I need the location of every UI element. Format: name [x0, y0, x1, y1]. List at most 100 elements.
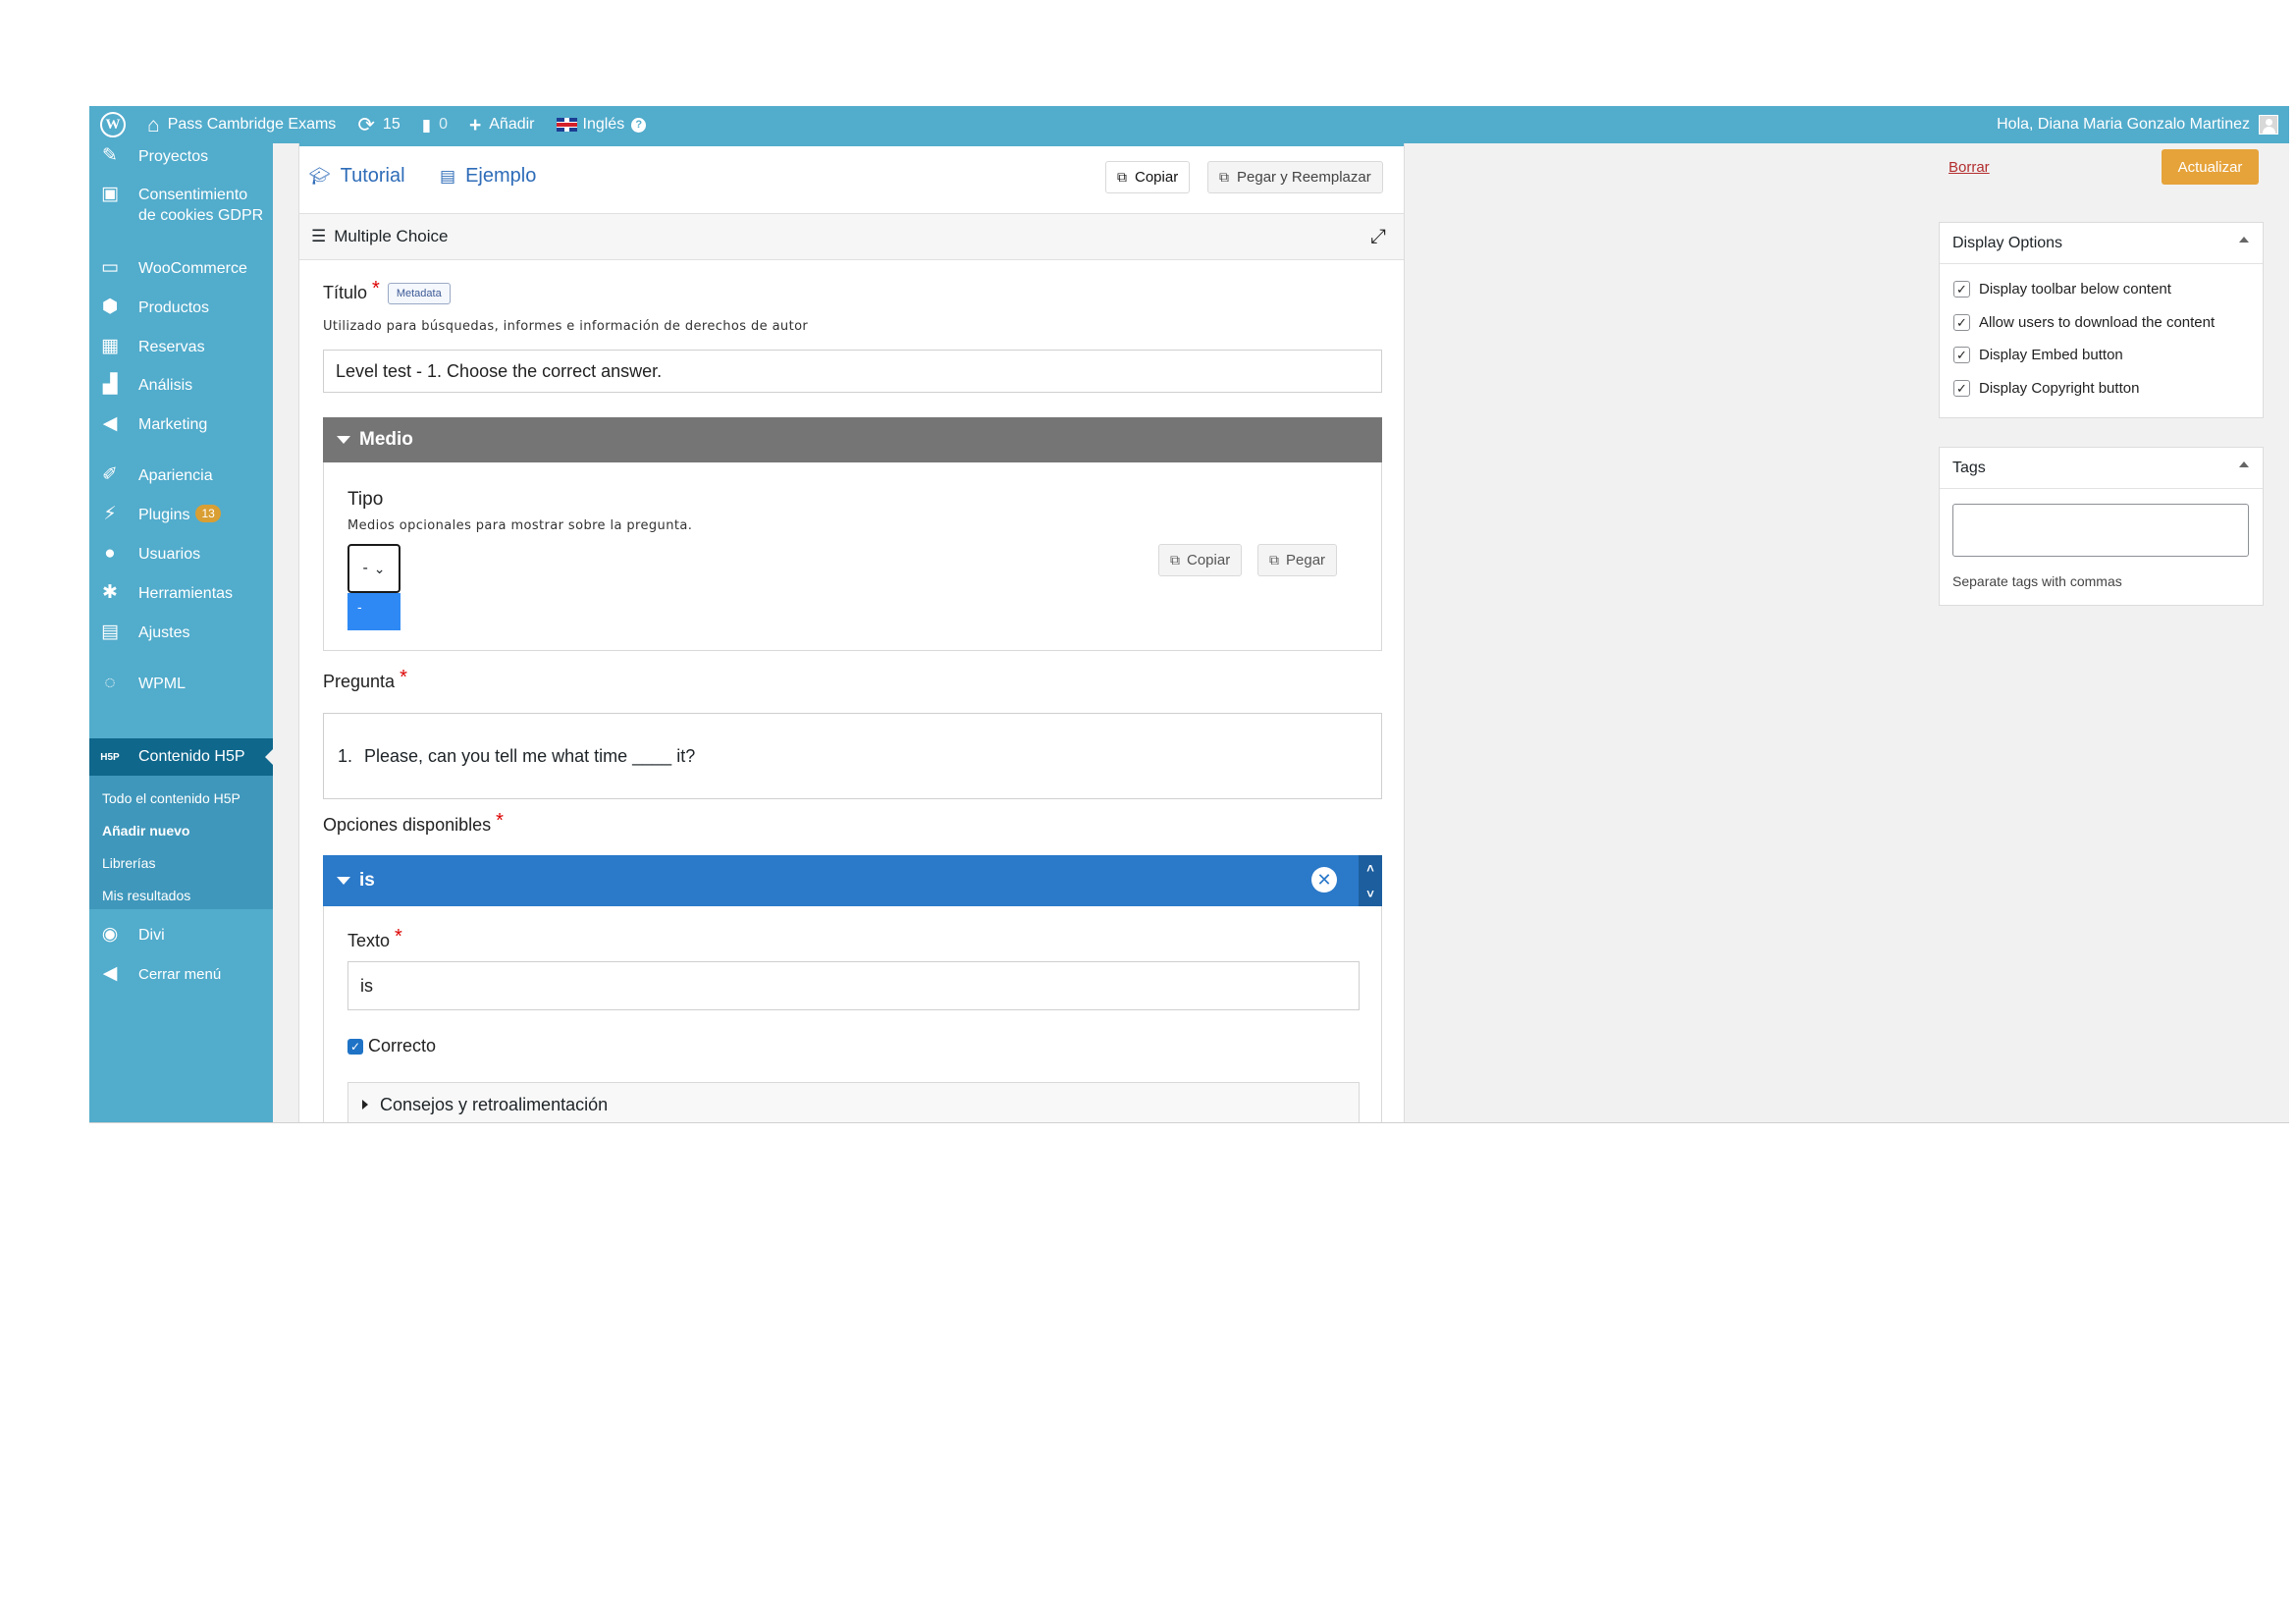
wordpress-logo-icon: W	[100, 112, 126, 137]
title-description: Utilizado para búsquedas, informes e inf…	[323, 319, 809, 334]
option-embed-row[interactable]: ✓ Display Embed button	[1953, 347, 2123, 363]
woocommerce-icon: ▭	[101, 257, 119, 278]
sidebar-item-usuarios[interactable]: ● Usuarios	[89, 544, 273, 565]
divi-icon: ◉	[101, 924, 119, 945]
paste-replace-button[interactable]: ⧉ Pegar y Reemplazar	[1207, 161, 1383, 193]
fullscreen-icon[interactable]: ⤢	[1370, 226, 1386, 248]
sidebar-item-marketing[interactable]: ◀ Marketing	[89, 414, 273, 435]
tags-input[interactable]	[1952, 504, 2249, 557]
remove-option-icon[interactable]: ✕	[1311, 867, 1337, 893]
question-text: Please, can you tell me what time ____ i…	[364, 745, 696, 766]
media-type-select[interactable]: - ⌄	[347, 544, 400, 593]
title-input[interactable]: Level test - 1. Choose the correct answe…	[323, 350, 1382, 393]
sidebar-item-reservas[interactable]: ▦ Reservas	[89, 337, 273, 357]
option-copyright-row[interactable]: ✓ Display Copyright button	[1953, 380, 2139, 397]
sidebar-item-woocommerce[interactable]: ▭ WooCommerce	[89, 258, 273, 279]
chevron-down-icon: ⌄	[373, 560, 386, 576]
reorder-control[interactable]: ˄ ˅	[1359, 855, 1382, 906]
option-embed-checkbox[interactable]: ✓	[1953, 347, 1970, 363]
collapse-menu-button[interactable]: ◀ Cerrar menú	[89, 964, 273, 985]
help-icon: ?	[631, 117, 647, 133]
option-toolbar-row[interactable]: ✓ Display toolbar below content	[1953, 281, 2171, 298]
sidebar-item-proyectos[interactable]: ✎ Proyectos	[89, 146, 273, 167]
media-type-label: Tipo	[347, 489, 384, 510]
language-switcher[interactable]: Inglés ?	[546, 106, 658, 143]
metadata-button[interactable]: Metadata	[387, 282, 451, 304]
expand-arrow-icon	[362, 1100, 368, 1110]
box-icon: ⬢	[101, 297, 119, 317]
title-label: Título * Metadata	[323, 278, 451, 304]
comments-count: 0	[439, 116, 448, 133]
collapse-arrow-icon[interactable]	[2239, 461, 2249, 467]
plug-icon: ⚡	[103, 504, 117, 524]
option-download-row[interactable]: ✓ Allow users to download the content	[1953, 314, 2215, 331]
language-label: Inglés	[582, 116, 625, 133]
lock-icon: ▣	[101, 184, 119, 204]
pin-icon: ✎	[102, 145, 118, 166]
brush-icon: ✐	[102, 464, 118, 485]
chevron-up-icon[interactable]: ˄	[1366, 861, 1374, 876]
submenu-my-results[interactable]: Mis resultados	[102, 888, 190, 903]
h5p-editor: 🎓︎ Tutorial ▤ Ejemplo ⧉ Copiar ⧉ Pegar y…	[298, 143, 1405, 1122]
refresh-icon: ⟳	[357, 113, 375, 136]
sidebar-item-apariencia[interactable]: ✐ Apariencia	[89, 465, 273, 486]
account-menu[interactable]: Hola, Diana Maria Gonzalo Martinez	[1986, 106, 2289, 143]
comment-icon: ▮	[421, 115, 432, 135]
required-marker: *	[496, 810, 504, 832]
media-paste-button[interactable]: ⧉ Pegar	[1257, 544, 1338, 576]
option-text-label: Texto *	[347, 926, 402, 950]
wordpress-menu[interactable]: W	[89, 106, 136, 143]
option-copyright-checkbox[interactable]: ✓	[1953, 380, 1970, 397]
sidebar-item-h5p-content[interactable]: H5P Contenido H5P	[89, 738, 273, 776]
option-download-checkbox[interactable]: ✓	[1953, 314, 1970, 331]
sidebar-item-wpml[interactable]: ◌ WPML	[89, 674, 273, 694]
sidebar-item-herramientas[interactable]: ✱ Herramientas	[89, 583, 273, 604]
tips-feedback-toggle[interactable]: Consejos y retroalimentación	[347, 1082, 1360, 1122]
option-group-header[interactable]: is ✕ ˄ ˅	[323, 855, 1382, 906]
paste-icon: ⧉	[1269, 552, 1279, 568]
media-group-header[interactable]: Medio	[323, 417, 1382, 462]
sidebar-item-productos[interactable]: ⬢ Productos	[89, 298, 273, 318]
site-name: Pass Cambridge Exams	[167, 116, 337, 133]
add-new-link[interactable]: + Añadir	[458, 106, 546, 143]
sidebar-item-divi[interactable]: ◉ Divi	[89, 925, 273, 946]
example-link[interactable]: ▤ Ejemplo	[440, 165, 536, 188]
sidebar-item-gdpr[interactable]: ▣ Consentimiento de cookies GDPR	[89, 185, 273, 226]
correct-checkbox-row[interactable]: ✓ Correcto	[347, 1036, 436, 1056]
editor-top-border	[299, 143, 1404, 146]
sidebar-item-analisis[interactable]: ▟ Análisis	[89, 375, 273, 396]
media-copy-button[interactable]: ⧉ Copiar	[1158, 544, 1243, 576]
plus-icon: +	[468, 113, 482, 136]
option-group: is ✕ ˄ ˅ Texto * is ✓ Correcto Consejos …	[323, 855, 1382, 1122]
submenu-add-new[interactable]: Añadir nuevo	[102, 823, 189, 839]
submenu-libraries[interactable]: Librerías	[102, 855, 155, 871]
collapse-arrow-icon[interactable]	[2239, 237, 2249, 243]
display-options-header[interactable]: Display Options	[1940, 223, 2263, 264]
tags-header[interactable]: Tags	[1940, 448, 2263, 489]
collapse-icon: ◀	[102, 963, 118, 984]
collapse-arrow-icon	[337, 436, 350, 444]
site-name-link[interactable]: ⌂ Pass Cambridge Exams	[136, 106, 347, 143]
option-text-input[interactable]: is	[347, 961, 1360, 1010]
tutorial-link[interactable]: 🎓︎ Tutorial	[309, 165, 405, 188]
question-editor[interactable]: 1. Please, can you tell me what time ___…	[323, 713, 1382, 799]
comments-link[interactable]: ▮ 0	[411, 106, 458, 143]
option-toolbar-checkbox[interactable]: ✓	[1953, 281, 1970, 298]
sidebar-item-plugins[interactable]: ⚡ Plugins 13	[89, 505, 273, 525]
sidebar-item-ajustes[interactable]: ▤ Ajustes	[89, 623, 273, 643]
collapse-arrow-icon	[337, 877, 350, 885]
copy-content-button[interactable]: ⧉ Copiar	[1105, 161, 1191, 193]
delete-link[interactable]: Borrar	[1949, 159, 1990, 176]
update-button[interactable]: Actualizar	[2162, 149, 2259, 185]
copy-icon: ⧉	[1170, 552, 1180, 568]
updates-link[interactable]: ⟳ 15	[347, 106, 410, 143]
media-type-description: Medios opcionales para mostrar sobre la …	[347, 518, 693, 533]
submenu-all-h5p[interactable]: Todo el contenido H5P	[102, 790, 240, 806]
correct-checkbox[interactable]: ✓	[347, 1038, 363, 1055]
book-icon: ▤	[440, 166, 456, 186]
add-new-label: Añadir	[489, 116, 535, 133]
chevron-down-icon[interactable]: ˅	[1366, 887, 1374, 901]
h5p-icon: H5P	[100, 751, 120, 763]
wpml-icon: ◌	[104, 673, 116, 693]
media-type-option[interactable]: -	[347, 593, 400, 630]
